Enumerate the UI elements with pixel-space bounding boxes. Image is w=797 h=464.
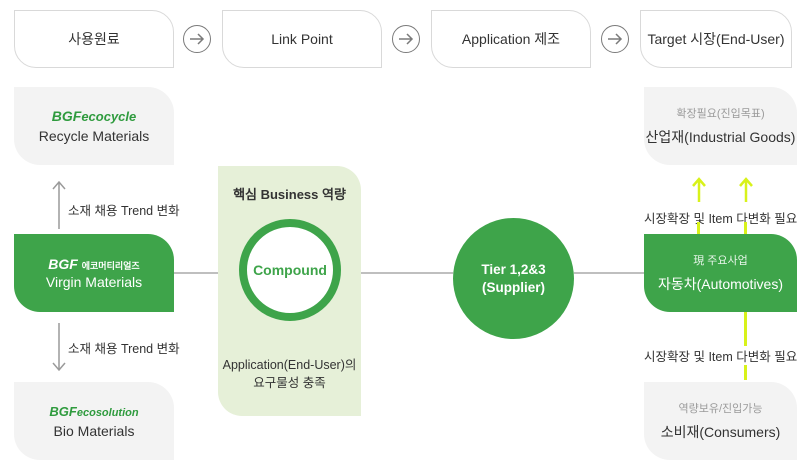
industrial-goods-box: 확장필요(진입목표) 산업재(Industrial Goods) — [644, 87, 797, 165]
consumers-box: 역량보유/진입가능 소비재(Consumers) — [644, 382, 797, 460]
connector-line — [574, 272, 644, 274]
expand-arrow-up-icon — [692, 176, 706, 207]
consumers-tag: 역량보유/진입가능 — [678, 403, 763, 415]
yellow-connector — [697, 222, 700, 234]
ecosolution-logo: BGFecosolution — [49, 403, 139, 419]
core-business-title: 핵심 Business 역량 — [233, 187, 346, 202]
connector-line — [361, 272, 453, 274]
tab-target-market: Target 시장(End-User) — [640, 10, 792, 68]
arrow-right-icon — [601, 25, 629, 53]
core-description-line2: 요구물성 충족 — [253, 376, 326, 390]
automotives-label: 자동차(Automotives) — [658, 276, 783, 292]
compound-circle: Compound — [239, 219, 341, 321]
industrial-goods-label: 산업재(Industrial Goods) — [645, 129, 796, 145]
industrial-goods-tag: 확장필요(진입목표) — [676, 108, 765, 120]
market-expansion-text-top: 시장확장 및 Item 다변화 필요 — [644, 208, 797, 227]
tier-supplier-circle: Tier 1,2&3 (Supplier) — [453, 218, 574, 339]
supplier-label: (Supplier) — [482, 279, 545, 295]
bio-materials-box: BGFecosolution Bio Materials — [14, 382, 174, 460]
expand-arrow-up-icon — [739, 176, 753, 207]
market-expansion-text-bottom: 시장확장 및 Item 다변화 필요 — [644, 346, 797, 365]
recycle-materials-label: Recycle Materials — [38, 128, 150, 144]
arrow-right-icon — [183, 25, 211, 53]
automotives-box: 現 주요사업 자동차(Automotives) — [644, 234, 797, 312]
tab-link-point: Link Point — [222, 10, 382, 68]
virgin-materials-box: BGF 에코머티리얼즈 Virgin Materials — [14, 234, 174, 312]
consumers-label: 소비재(Consumers) — [660, 424, 781, 440]
connector-line — [174, 272, 218, 274]
bio-materials-label: Bio Materials — [53, 422, 135, 439]
arrow-right-icon — [392, 25, 420, 53]
core-description: Application(End-User)의 요구물성 충족 — [218, 356, 361, 392]
arrow-up-icon — [52, 180, 66, 235]
trend-change-up-text: 소재 채용 Trend 변화 — [68, 204, 180, 218]
automotives-tag: 現 주요사업 — [693, 255, 748, 267]
yellow-connector — [744, 222, 747, 234]
arrow-down-icon — [52, 322, 66, 377]
ecocycle-logo: BGFecocycle — [51, 108, 137, 124]
recycle-materials-box: BGFecocycle Recycle Materials — [14, 87, 174, 165]
trend-change-down-text: 소재 채용 Trend 변화 — [68, 342, 180, 356]
tier-label: Tier 1,2&3 — [481, 261, 546, 277]
core-description-line1: Application(End-User)의 — [222, 358, 357, 372]
tab-application: Application 제조 — [431, 10, 591, 68]
tab-raw-materials: 사용원료 — [14, 10, 174, 68]
eco-materials-logo: BGF 에코머티리얼즈 — [48, 256, 140, 272]
virgin-materials-label: Virgin Materials — [45, 274, 143, 290]
